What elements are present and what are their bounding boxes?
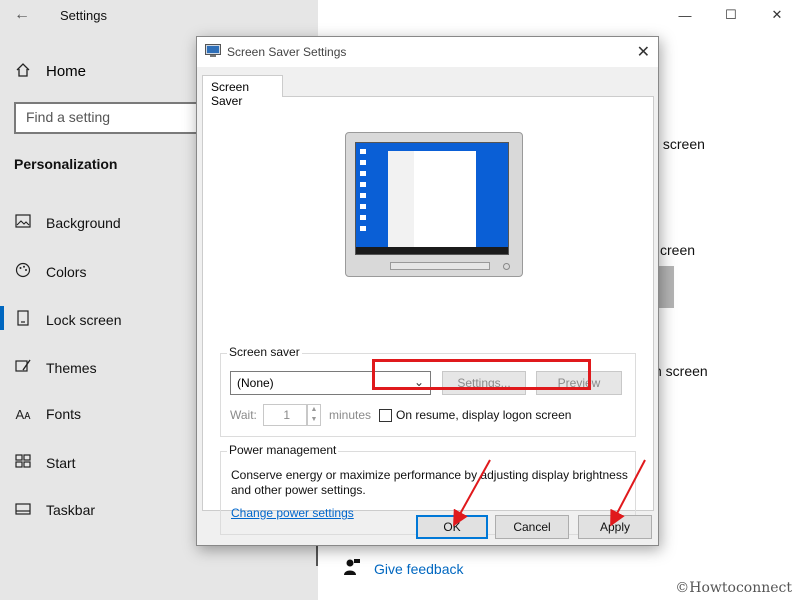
maximize-icon[interactable]: ☐ [708, 0, 754, 30]
nav-item-label: Lock screen [46, 311, 122, 328]
palette-icon [14, 262, 32, 281]
close-icon[interactable]: ✕ [637, 42, 650, 62]
tab-panel: Screen saver (None) ⌄ Settings... Previe… [202, 96, 654, 535]
screen-saver-group-label: Screen saver [227, 345, 302, 359]
bg-text-screen-2: n screen [654, 363, 708, 379]
power-led-icon [503, 263, 510, 270]
feedback-label: Give feedback [374, 560, 464, 577]
nav-home-label: Home [46, 63, 87, 80]
minutes-label: minutes [329, 408, 372, 422]
annotation-highlight-box [372, 359, 591, 390]
picture-icon [14, 214, 32, 231]
desktop-icons [360, 149, 380, 237]
nav-item-label: Colors [46, 263, 87, 280]
preview-taskbar [356, 247, 508, 254]
settings-title: Settings [60, 8, 107, 23]
nav-item-label: Start [46, 454, 76, 471]
power-description: Conserve energy or maximize performance … [231, 468, 628, 497]
selected-value: (None) [237, 376, 274, 390]
screen-saver-app-icon [205, 44, 221, 58]
ok-button[interactable]: OK [416, 515, 488, 539]
search-placeholder: Find a setting [26, 109, 111, 125]
lock-screen-icon [14, 310, 32, 329]
feedback-icon [344, 558, 360, 579]
dialog-title: Screen Saver Settings [227, 45, 347, 59]
screen-saver-dialog: Screen Saver Settings ✕ Screen Saver Scr… [196, 36, 659, 546]
resume-checkbox-row[interactable]: On resume, display logon screen [379, 408, 571, 422]
power-group-label: Power management [227, 443, 339, 457]
resume-checkbox-label: On resume, display logon screen [396, 408, 572, 422]
back-arrow-icon[interactable]: ← [14, 6, 30, 24]
nav-item-taskbar[interactable]: Taskbar [14, 502, 95, 518]
minimize-icon[interactable]: — [662, 0, 708, 30]
watermark: ©Howtoconnect [675, 580, 792, 596]
nav-item-fonts[interactable]: Aᴀ Fonts [14, 406, 81, 422]
nav-item-label: Fonts [46, 406, 82, 422]
start-grid-icon [14, 454, 32, 471]
nav-item-background[interactable]: Background [14, 214, 121, 231]
section-title: Personalization [14, 156, 118, 172]
preview-screen [355, 142, 509, 255]
nav-item-label: Taskbar [46, 502, 96, 518]
monitor-preview [345, 132, 523, 277]
nav-item-label: Background [46, 214, 121, 231]
resume-checkbox[interactable] [379, 408, 392, 422]
nav-item-lock-screen[interactable]: Lock screen [14, 310, 121, 329]
cancel-button[interactable]: Cancel [495, 515, 569, 539]
monitor-base [390, 262, 490, 270]
window-controls: — ☐ ✕ [662, 0, 800, 30]
wait-input[interactable]: 1 [263, 404, 307, 426]
bg-text-lock-screen: k screen [652, 136, 705, 152]
nav-item-label: Themes [46, 359, 97, 376]
nav-item-colors[interactable]: Colors [14, 262, 86, 281]
home-icon [14, 62, 32, 81]
nav-home[interactable]: Home [14, 62, 86, 81]
bg-text-screen: creen [660, 242, 696, 258]
tab-screen-saver[interactable]: Screen Saver [202, 75, 283, 108]
font-icon: Aᴀ [15, 406, 31, 422]
brush-icon [14, 358, 32, 377]
apply-button[interactable]: Apply [578, 515, 652, 539]
taskbar-icon [14, 502, 32, 518]
close-icon[interactable]: ✕ [754, 0, 800, 30]
preview-window [388, 151, 476, 247]
active-indicator [0, 306, 4, 330]
give-feedback-link[interactable]: Give feedback [344, 558, 464, 579]
wait-label: Wait: [230, 408, 257, 422]
nav-item-themes[interactable]: Themes [14, 358, 97, 377]
change-power-settings-link[interactable]: Change power settings [231, 506, 354, 520]
wait-spinner[interactable]: ▲ ▼ [307, 404, 321, 426]
dialog-titlebar: Screen Saver Settings ✕ [197, 37, 658, 67]
nav-item-start[interactable]: Start [14, 454, 76, 471]
